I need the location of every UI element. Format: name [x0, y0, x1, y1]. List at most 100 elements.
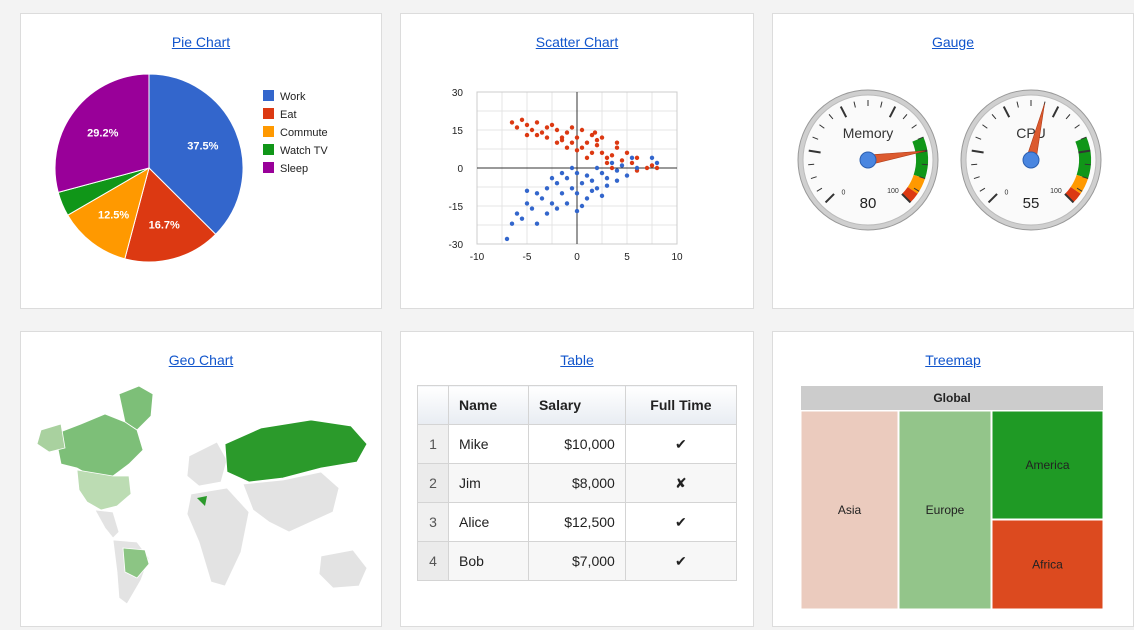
scatter-point[interactable] [629, 155, 635, 161]
scatter-point[interactable] [584, 196, 590, 201]
scatter-point[interactable] [574, 135, 580, 140]
table-header-name[interactable]: Name [448, 385, 529, 425]
scatter-point[interactable] [529, 206, 535, 211]
scatter-point[interactable] [654, 165, 660, 171]
scatter-point[interactable] [604, 175, 610, 181]
scatter-point[interactable] [629, 160, 635, 166]
scatter-point[interactable] [594, 143, 600, 148]
scatter-point[interactable] [579, 203, 585, 209]
scatter-point[interactable] [529, 127, 535, 133]
geo-chart-title-link[interactable]: Geo Chart [21, 352, 381, 368]
scatter-point[interactable] [604, 183, 610, 188]
scatter-point[interactable] [534, 132, 540, 138]
scatter-point[interactable] [614, 140, 620, 145]
scatter-point[interactable] [514, 125, 520, 130]
scatter-point[interactable] [649, 155, 655, 161]
scatter-point[interactable] [584, 155, 590, 161]
scatter-point[interactable] [519, 117, 525, 123]
scatter-point[interactable] [524, 132, 530, 138]
scatter-point[interactable] [599, 170, 605, 176]
scatter-point[interactable] [544, 211, 550, 216]
scatter-point[interactable] [599, 150, 605, 155]
scatter-point[interactable] [564, 201, 570, 206]
scatter-point[interactable] [509, 120, 515, 125]
scatter-point[interactable] [544, 186, 550, 191]
scatter-point[interactable] [544, 125, 550, 130]
table-header-salary[interactable]: Salary [527, 385, 626, 425]
scatter-point[interactable] [534, 221, 540, 226]
scatter-point[interactable] [539, 196, 545, 201]
table-title-link[interactable]: Table [401, 352, 753, 368]
scatter-point[interactable] [554, 127, 560, 133]
table-row[interactable]: 1 Mike $10,000 ✔ [417, 424, 738, 464]
scatter-point[interactable] [594, 165, 600, 171]
scatter-point[interactable] [634, 155, 640, 161]
scatter-point[interactable] [584, 140, 590, 145]
scatter-point[interactable] [649, 163, 655, 168]
scatter-point[interactable] [519, 216, 525, 221]
scatter-point[interactable] [609, 165, 615, 171]
scatter-point[interactable] [544, 135, 550, 140]
scatter-point[interactable] [609, 153, 615, 158]
scatter-point[interactable] [574, 170, 580, 176]
treemap-title-link[interactable]: Treemap [773, 352, 1133, 368]
scatter-point[interactable] [579, 145, 585, 150]
scatter-point[interactable] [569, 140, 575, 145]
scatter-point[interactable] [554, 140, 560, 145]
scatter-point[interactable] [614, 178, 620, 183]
table-row[interactable]: 3 Alice $12,500 ✔ [417, 502, 738, 542]
scatter-point[interactable] [594, 186, 600, 191]
scatter-point[interactable] [624, 173, 630, 178]
scatter-point[interactable] [539, 130, 545, 135]
table-row[interactable]: 2 Jim $8,000 ✘ [417, 463, 738, 503]
scatter-point[interactable] [624, 150, 630, 155]
scatter-point[interactable] [564, 130, 570, 135]
scatter-point[interactable] [619, 163, 625, 168]
scatter-point[interactable] [514, 211, 520, 216]
scatter-point[interactable] [644, 165, 650, 171]
scatter-point[interactable] [559, 170, 565, 176]
table-header-full-time[interactable]: Full Time [624, 385, 738, 425]
scatter-point[interactable] [614, 168, 620, 173]
scatter-point[interactable] [599, 193, 605, 199]
scatter-point[interactable] [614, 145, 620, 150]
scatter-point[interactable] [569, 186, 575, 191]
scatter-point[interactable] [554, 206, 560, 211]
scatter-point[interactable] [534, 120, 540, 125]
scatter-point[interactable] [609, 160, 615, 166]
scatter-point[interactable] [534, 191, 540, 196]
scatter-point[interactable] [554, 181, 560, 186]
scatter-point[interactable] [549, 201, 555, 206]
scatter-point[interactable] [634, 165, 640, 171]
scatter-point[interactable] [604, 155, 610, 161]
scatter-point[interactable] [524, 122, 530, 128]
scatter-point[interactable] [654, 160, 660, 166]
scatter-point[interactable] [589, 150, 595, 155]
scatter-point[interactable] [574, 208, 580, 214]
scatter-point[interactable] [599, 135, 605, 140]
scatter-point[interactable] [569, 125, 575, 130]
scatter-point[interactable] [594, 137, 600, 143]
scatter-point[interactable] [619, 158, 625, 163]
scatter-point[interactable] [579, 127, 585, 133]
scatter-point[interactable] [559, 191, 565, 196]
scatter-point[interactable] [589, 178, 595, 183]
scatter-point[interactable] [559, 137, 565, 143]
scatter-point[interactable] [569, 165, 575, 171]
scatter-point[interactable] [564, 175, 570, 181]
scatter-point[interactable] [574, 148, 580, 153]
scatter-point[interactable] [549, 122, 555, 128]
table-header-index[interactable] [417, 385, 449, 425]
scatter-point[interactable] [579, 181, 585, 186]
scatter-point[interactable] [549, 175, 555, 181]
scatter-point[interactable] [574, 191, 580, 196]
scatter-point[interactable] [524, 188, 530, 193]
scatter-point[interactable] [589, 188, 595, 193]
scatter-point[interactable] [564, 145, 570, 150]
scatter-point[interactable] [592, 130, 598, 135]
scatter-point[interactable] [524, 201, 530, 206]
scatter-point[interactable] [509, 221, 515, 226]
scatter-point[interactable] [604, 160, 610, 166]
table-row[interactable]: 4 Bob $7,000 ✔ [417, 541, 738, 581]
scatter-point[interactable] [584, 173, 590, 178]
